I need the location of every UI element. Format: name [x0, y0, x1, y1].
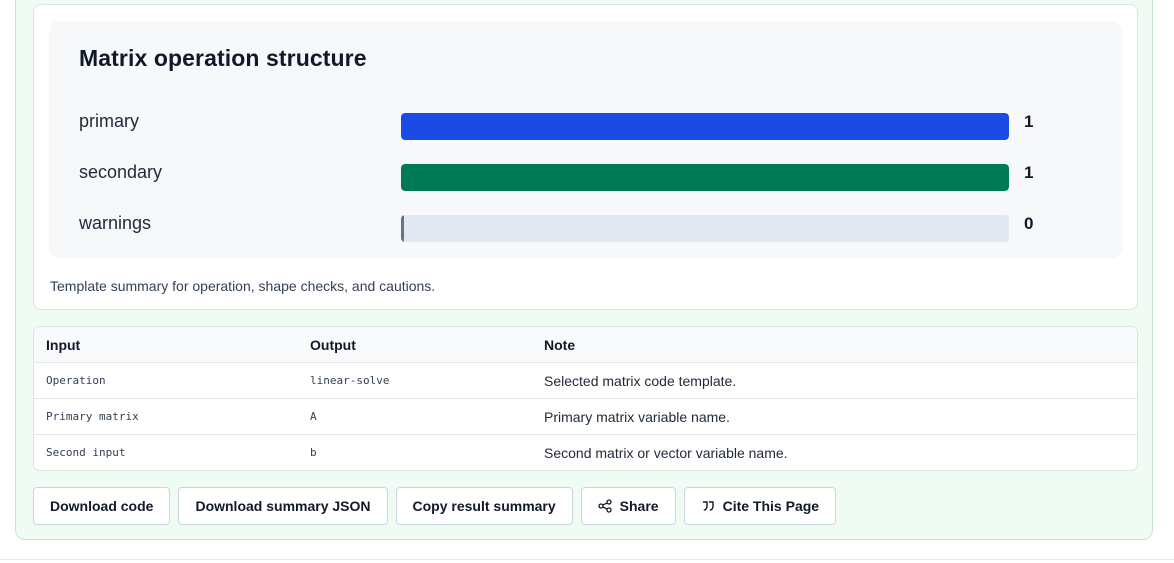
page-divider	[0, 559, 1174, 560]
bar-label-secondary: secondary	[79, 162, 163, 182]
copy-result-summary-button[interactable]: Copy result summary	[395, 487, 573, 525]
chart-caption: Template summary for operation, shape ch…	[50, 278, 436, 294]
table-row: Second input b Second matrix or vector v…	[34, 435, 1137, 471]
bar-secondary	[401, 164, 1009, 191]
column-header-input: Input	[34, 327, 298, 363]
bar-track-primary	[401, 113, 1009, 140]
bar-value-primary: 1	[1024, 112, 1034, 131]
copy-summary-label: Copy result summary	[412, 498, 556, 514]
cell-input: Operation	[34, 362, 298, 399]
download-code-button[interactable]: Download code	[33, 487, 171, 525]
cell-output: b	[310, 446, 317, 459]
bar-primary	[401, 113, 1009, 140]
table-row: Primary matrix A Primary matrix variable…	[34, 398, 1137, 435]
column-header-output: Output	[298, 327, 532, 363]
quote-icon	[701, 499, 715, 513]
bar-warnings	[401, 215, 404, 242]
cell-note: Second matrix or vector variable name.	[544, 444, 788, 461]
download-summary-label: Download summary JSON	[195, 498, 371, 514]
share-icon	[598, 499, 612, 513]
download-summary-json-button[interactable]: Download summary JSON	[178, 487, 388, 525]
share-button[interactable]: Share	[580, 487, 676, 525]
bar-chart: Matrix operation structure primary 1 sec…	[49, 21, 1122, 258]
bar-label-warnings: warnings	[79, 213, 152, 233]
cell-input: Second input	[46, 446, 126, 459]
cell-note: Selected matrix code template.	[532, 362, 1137, 399]
column-header-note: Note	[532, 327, 1137, 363]
action-buttons: Download code Download summary JSON Copy…	[33, 487, 837, 525]
result-panel: Matrix operation structure primary 1 sec…	[15, 0, 1153, 540]
bar-value-secondary: 1	[1024, 163, 1034, 182]
summary-table: Input Output Note Operation linear-solve…	[34, 327, 1137, 470]
share-label: Share	[619, 498, 659, 514]
cell-output: linear-solve	[298, 362, 532, 399]
chart-title: Matrix operation structure	[79, 45, 367, 71]
cell-input: Primary matrix	[34, 398, 298, 435]
bar-track-secondary	[401, 164, 1009, 191]
cell-note: Primary matrix variable name.	[532, 398, 1137, 435]
bar-label-primary: primary	[79, 111, 140, 131]
summary-table-card: Input Output Note Operation linear-solve…	[33, 326, 1138, 471]
bar-track-warnings	[401, 215, 1009, 242]
cite-this-page-button[interactable]: Cite This Page	[683, 487, 837, 525]
table-row: Operation linear-solve Selected matrix c…	[34, 362, 1137, 399]
download-code-label: Download code	[50, 498, 154, 514]
bar-value-warnings: 0	[1024, 214, 1034, 233]
chart-card: Matrix operation structure primary 1 sec…	[33, 4, 1138, 310]
table-header-row: Input Output Note	[34, 327, 1137, 363]
cell-output: A	[298, 398, 532, 435]
cite-label: Cite This Page	[722, 498, 820, 514]
